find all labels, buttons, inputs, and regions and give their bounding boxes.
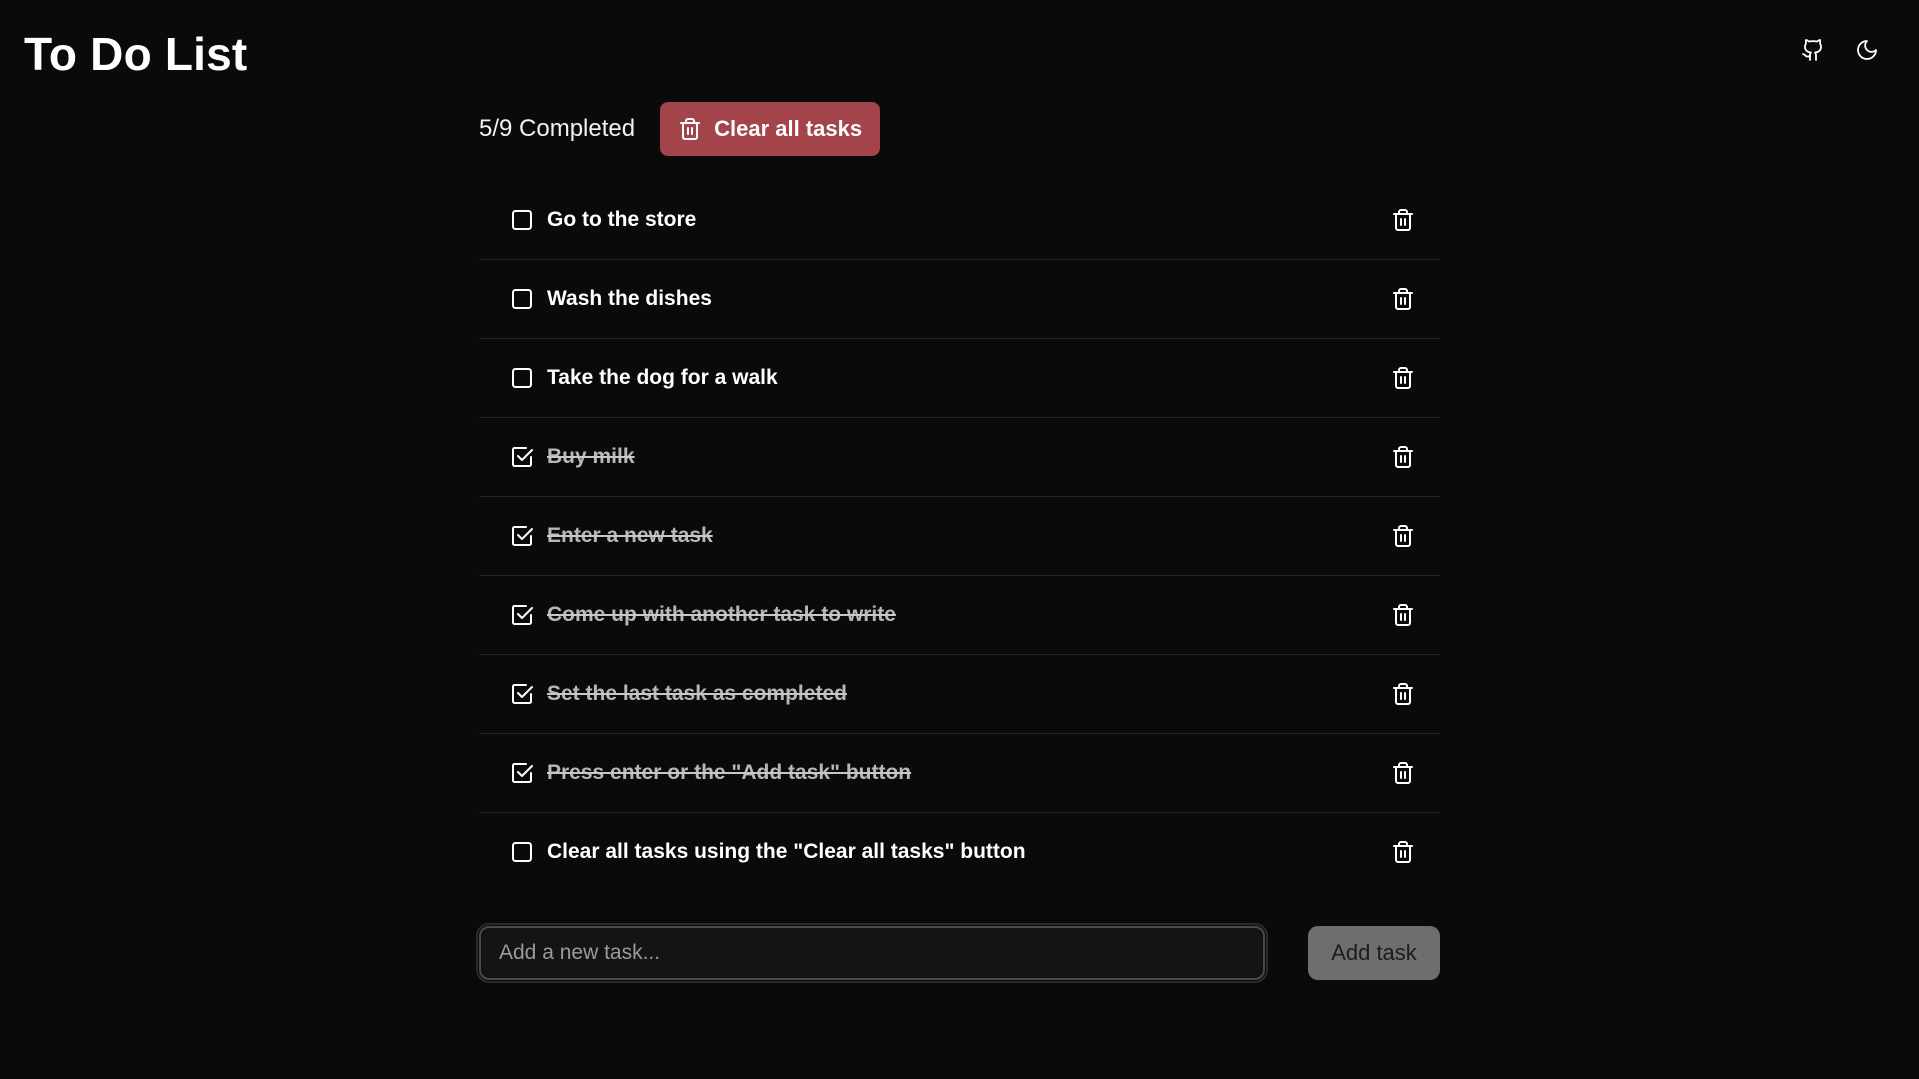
task-list: Go to the store Wash the dishes Take the… [479,181,1440,891]
add-task-row: Add task [476,923,1440,983]
trash-icon[interactable] [1390,760,1416,786]
task-row: Come up with another task to write [479,576,1440,655]
task-label: Enter a new task [547,524,713,547]
unchecked-checkbox-icon[interactable] [511,367,533,389]
checked-checkbox-icon[interactable] [511,604,533,626]
task-label: Go to the store [547,208,697,231]
task-label: Take the dog for a walk [547,366,778,389]
task-label: Clear all tasks using the "Clear all tas… [547,840,1026,863]
task-row: Press enter or the "Add task" button [479,734,1440,813]
add-task-button[interactable]: Add task [1308,926,1440,980]
trash-icon[interactable] [1390,602,1416,628]
checked-checkbox-icon[interactable] [511,683,533,705]
trash-icon[interactable] [1390,286,1416,312]
task-label: Set the last task as completed [547,682,847,705]
trash-icon[interactable] [1390,523,1416,549]
trash-icon[interactable] [1390,207,1416,233]
task-label: Buy milk [547,445,635,468]
unchecked-checkbox-icon[interactable] [511,841,533,863]
clear-all-button[interactable]: Clear all tasks [660,102,881,156]
task-label: Press enter or the "Add task" button [547,761,912,784]
new-task-input[interactable] [476,923,1268,983]
todo-container: 5/9 Completed Clear all tasks Go to the … [476,102,1440,983]
task-row: Go to the store [479,181,1440,260]
trash-icon[interactable] [1390,365,1416,391]
task-row: Take the dog for a walk [479,339,1440,418]
trash-icon[interactable] [1390,444,1416,470]
unchecked-checkbox-icon[interactable] [511,209,533,231]
checked-checkbox-icon[interactable] [511,762,533,784]
task-label: Wash the dishes [547,287,712,310]
trash-icon[interactable] [1390,681,1416,707]
trash-icon[interactable] [1390,839,1416,865]
checked-checkbox-icon[interactable] [511,525,533,547]
task-row: Enter a new task [479,497,1440,576]
app-title: To Do List [24,28,248,80]
summary-bar: 5/9 Completed Clear all tasks [479,102,1440,156]
clear-all-label: Clear all tasks [714,116,863,141]
github-icon[interactable] [1797,34,1829,66]
header-actions [1797,34,1883,66]
task-row: Buy milk [479,418,1440,497]
task-row: Clear all tasks using the "Clear all tas… [479,813,1440,891]
completed-count: 5/9 Completed [479,115,636,142]
checked-checkbox-icon[interactable] [511,446,533,468]
task-row: Wash the dishes [479,260,1440,339]
task-row: Set the last task as completed [479,655,1440,734]
moon-icon[interactable] [1851,34,1883,66]
unchecked-checkbox-icon[interactable] [511,288,533,310]
trash-icon [678,117,702,141]
task-label: Come up with another task to write [547,603,896,626]
